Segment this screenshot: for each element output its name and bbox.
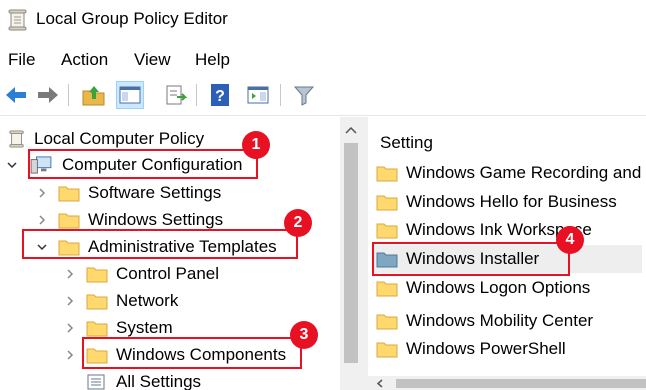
folder-icon <box>376 314 398 330</box>
menu-view[interactable]: View <box>134 50 171 70</box>
tree-item-label: Software Settings <box>88 182 222 202</box>
callout-highlight-administrative-templates <box>22 229 298 259</box>
callout-highlight-windows-installer <box>372 242 570 276</box>
folder-icon <box>376 281 398 297</box>
export-list-icon <box>166 85 187 105</box>
filter-icon <box>293 86 315 106</box>
export-list-button[interactable] <box>162 81 190 109</box>
callout-badge-4: 4 <box>556 226 584 254</box>
menu-file[interactable]: File <box>8 50 35 70</box>
folder-icon <box>376 195 398 211</box>
callout-badge-2: 2 <box>284 209 312 237</box>
help-button[interactable]: ? <box>206 81 234 109</box>
help-icon: ? <box>211 84 229 106</box>
title-bar: Local Group Policy Editor <box>0 0 646 42</box>
tree-vertical-scrollbar[interactable] <box>340 117 362 390</box>
tree-item-software-settings[interactable]: Software Settings <box>36 179 221 206</box>
toolbar-separator <box>68 84 69 106</box>
toolbar: ? <box>0 76 646 116</box>
tree-item-label: All Settings <box>116 371 202 390</box>
column-header-setting[interactable]: Setting <box>380 133 433 153</box>
callout-highlight-computer-configuration <box>28 149 258 179</box>
filter-button[interactable] <box>290 81 318 109</box>
chevron-right-icon <box>67 268 74 279</box>
chevron-right-icon <box>67 349 74 360</box>
list-horizontal-scrollbar[interactable] <box>368 376 646 390</box>
chevron-down-icon <box>7 161 17 168</box>
folder-icon <box>86 267 108 282</box>
tree-item-all-settings[interactable]: All Settings <box>86 368 201 390</box>
scroll-left-arrow-icon[interactable] <box>376 379 384 388</box>
list-item[interactable]: Windows Game Recording and <box>376 159 641 187</box>
toolbar-separator <box>280 84 281 106</box>
list-item-label: Windows PowerShell <box>406 339 566 358</box>
properties-pane-button[interactable] <box>244 81 272 109</box>
tree-item-label: Network <box>116 290 179 310</box>
list-item[interactable]: Windows Logon Options <box>376 274 590 302</box>
show-hide-tree-button[interactable] <box>116 81 144 109</box>
toolbar-separator <box>196 84 197 106</box>
forward-arrow-icon <box>38 87 58 103</box>
list-item[interactable]: Windows Hello for Business <box>376 188 617 216</box>
scrollbar-thumb[interactable] <box>344 143 358 363</box>
list-item[interactable]: Windows Mobility Center <box>376 307 593 335</box>
tree-item-label: Local Computer Policy <box>34 128 205 148</box>
folder-icon <box>86 321 108 336</box>
scrollbar-thumb[interactable] <box>396 379 646 388</box>
list-item[interactable]: Windows PowerShell <box>376 335 566 363</box>
back-arrow-icon <box>6 87 26 103</box>
properties-pane-icon <box>247 86 269 104</box>
folder-icon <box>376 166 398 182</box>
list-item-label: Windows Hello for Business <box>406 192 617 211</box>
callout-badge-3: 3 <box>290 321 318 349</box>
callout-highlight-windows-components <box>82 337 302 369</box>
all-settings-icon <box>87 374 105 389</box>
tree-item-label: Windows Settings <box>88 209 224 229</box>
folder-icon <box>86 294 108 309</box>
forward-button[interactable] <box>34 81 62 109</box>
svg-text:?: ? <box>215 88 225 105</box>
menu-bar: File Action View Help <box>0 42 646 76</box>
show-hide-tree-icon <box>119 86 141 104</box>
chevron-right-icon <box>39 214 46 225</box>
up-folder-icon <box>82 86 105 106</box>
callout-badge-1: 1 <box>242 131 270 159</box>
tree-item-label: Control Panel <box>116 263 220 283</box>
folder-icon <box>376 342 398 358</box>
chevron-right-icon <box>67 295 74 306</box>
scroll-up-arrow-icon[interactable] <box>345 126 357 134</box>
chevron-right-icon <box>67 322 74 333</box>
menu-action[interactable]: Action <box>61 50 108 70</box>
tree-item-control-panel[interactable]: Control Panel <box>64 260 219 287</box>
tree-item-network[interactable]: Network <box>64 287 178 314</box>
chevron-right-icon <box>39 187 46 198</box>
window-title: Local Group Policy Editor <box>36 9 228 28</box>
list-item-label: Windows Mobility Center <box>406 311 594 330</box>
folder-icon <box>58 213 80 228</box>
up-one-level-button[interactable] <box>80 81 108 109</box>
policy-scroll-icon <box>9 129 24 148</box>
tree-item-label: System <box>116 317 173 337</box>
list-item-label: Windows Logon Options <box>406 278 591 297</box>
tree-item-local-computer-policy[interactable]: Local Computer Policy <box>8 125 204 152</box>
folder-icon <box>376 223 398 239</box>
folder-icon <box>58 186 80 201</box>
policy-scroll-icon <box>8 9 27 31</box>
list-item-label: Windows Game Recording and <box>406 163 642 182</box>
back-button[interactable] <box>2 81 30 109</box>
menu-help[interactable]: Help <box>195 50 230 70</box>
